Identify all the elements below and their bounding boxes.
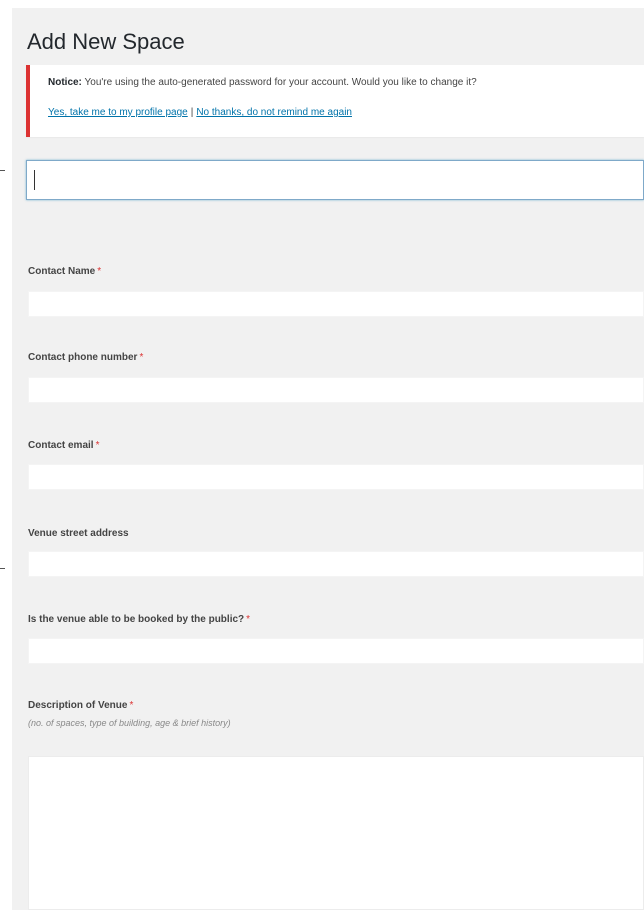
text-caret	[34, 170, 35, 190]
required-marker: *	[139, 352, 144, 363]
venue-address-label: Venue street address	[28, 528, 131, 539]
public-booking-label-text: Is the venue able to be booked by the pu…	[28, 614, 245, 625]
content-panel: Add New Space Notice: You're using the a…	[12, 8, 644, 910]
contact-phone-label-text: Contact phone number	[28, 352, 138, 363]
description-label-text: Description of Venue	[28, 700, 128, 711]
space-title-input[interactable]	[26, 160, 644, 200]
public-booking-label: Is the venue able to be booked by the pu…	[28, 614, 250, 625]
description-textarea[interactable]	[28, 756, 644, 910]
description-hint: (no. of spaces, type of building, age & …	[28, 718, 231, 728]
required-marker: *	[129, 700, 134, 711]
edge-marker	[0, 568, 5, 569]
notice-message: You're using the auto-generated password…	[84, 77, 477, 88]
contact-name-label-text: Contact Name	[28, 266, 96, 277]
contact-phone-label: Contact phone number *	[28, 352, 143, 363]
edge-marker	[0, 170, 5, 171]
required-marker: *	[97, 266, 102, 277]
venue-address-label-text: Venue street address	[28, 528, 129, 539]
description-label: Description of Venue *	[28, 700, 133, 711]
venue-address-input[interactable]	[28, 551, 644, 577]
contact-name-input[interactable]	[28, 291, 644, 317]
notice-label: Notice:	[48, 77, 82, 88]
contact-phone-input[interactable]	[28, 377, 644, 403]
page-title: Add New Space	[27, 29, 185, 54]
contact-email-label-text: Contact email	[28, 440, 94, 451]
profile-page-link[interactable]: Yes, take me to my profile page	[48, 107, 188, 118]
password-notice: Notice: You're using the auto-generated …	[26, 65, 644, 137]
required-marker: *	[246, 614, 251, 625]
dismiss-reminder-link[interactable]: No thanks, do not remind me again	[196, 107, 352, 118]
contact-name-label: Contact Name *	[28, 266, 101, 277]
required-marker: *	[95, 440, 100, 451]
notice-text: Notice: You're using the auto-generated …	[48, 77, 477, 88]
contact-email-input[interactable]	[28, 464, 644, 490]
page: Add New Space Notice: You're using the a…	[0, 0, 644, 910]
public-booking-input[interactable]	[28, 638, 644, 664]
contact-email-label: Contact email *	[28, 440, 99, 451]
notice-links: Yes, take me to my profile page | No thank…	[48, 107, 352, 118]
